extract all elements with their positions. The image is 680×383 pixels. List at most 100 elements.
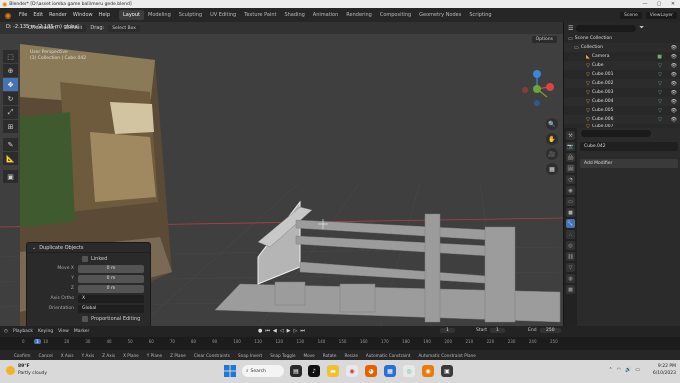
tab-compositing[interactable]: Compositing <box>376 10 415 20</box>
tab-geometry-nodes[interactable]: Geometry Nodes <box>415 10 465 20</box>
render-tab-icon[interactable]: 📷 <box>566 142 575 151</box>
proportional-checkbox[interactable] <box>82 315 88 322</box>
rotate-tool-icon[interactable]: ↻ <box>3 92 18 105</box>
mesh-data-icon[interactable]: ▽ <box>658 90 662 96</box>
windows-start-icon[interactable] <box>224 365 236 377</box>
eye-icon[interactable]: 👁 <box>671 72 677 78</box>
tab-rendering[interactable]: Rendering <box>342 10 376 20</box>
modifier-tab-icon[interactable]: 🔧 <box>566 219 575 228</box>
eye-icon[interactable]: 👁 <box>671 63 677 69</box>
taskbar-search[interactable]: ⌕ Search <box>242 365 284 377</box>
display-mode-icon[interactable]: ☰ <box>568 25 573 32</box>
viewlayer-selector[interactable]: ViewLayer <box>645 11 677 19</box>
add-modifier-dropdown[interactable]: Add Modifier <box>580 159 678 168</box>
eye-icon[interactable]: 👁 <box>671 45 677 51</box>
volume-icon[interactable]: 🔊 <box>625 367 631 373</box>
tool-tab-icon[interactable]: ⚒ <box>566 131 575 140</box>
menu-render[interactable]: Render <box>46 12 70 18</box>
start-frame-field[interactable]: 1 <box>490 328 505 333</box>
outliner-item-cube[interactable]: ▽ Cube ▽ 👁 <box>564 61 680 70</box>
clock[interactable]: 9:22 PM 6/10/2023 <box>653 363 676 377</box>
collection-tab-icon[interactable]: ▭ <box>566 197 575 206</box>
chevron-down-icon[interactable]: ⌄ <box>32 245 36 251</box>
3d-viewport[interactable]: Orientation: Default Drag: Select Box D:… <box>0 22 563 326</box>
material-tab-icon[interactable]: ◍ <box>566 274 575 283</box>
view-layer-tab-icon[interactable]: 🖼 <box>566 164 575 173</box>
camera-data-icon[interactable]: ■ <box>657 54 662 60</box>
annotate-tool-icon[interactable]: ✎ <box>3 138 18 151</box>
select-tool-icon[interactable]: ⬚ <box>3 50 18 63</box>
mesh-data-icon[interactable]: ▽ <box>658 117 662 123</box>
scene-tab-icon[interactable]: ◔ <box>566 175 575 184</box>
timeline-menu-marker[interactable]: Marker <box>74 329 90 334</box>
outliner-item-cube-002[interactable]: ▽ Cube.002 ▽ 👁 <box>564 79 680 88</box>
battery-icon[interactable]: ▭ <box>635 367 640 373</box>
end-frame-field[interactable]: 250 <box>540 328 561 333</box>
add-cube-tool-icon[interactable]: ▣ <box>3 170 18 183</box>
axis-ortho-dropdown[interactable]: X <box>78 294 144 303</box>
axis-gizmo[interactable] <box>515 67 559 111</box>
mesh-data-icon[interactable]: ▽ <box>658 108 662 114</box>
outliner-item-cube-004[interactable]: ▽ Cube.004 ▽ 👁 <box>564 97 680 106</box>
eye-icon[interactable]: 👁 <box>671 54 677 60</box>
move-tool-icon[interactable]: ✥ <box>3 78 18 91</box>
outliner-item-cube-005[interactable]: ▽ Cube.005 ▽ 👁 <box>564 106 680 115</box>
pan-hand-icon[interactable]: ✋ <box>546 133 558 145</box>
move-x-field[interactable]: 0 m <box>78 264 144 273</box>
object-name-field[interactable]: Cube.042 <box>580 142 678 151</box>
object-tab-icon[interactable]: ■ <box>566 208 575 217</box>
next-key-icon[interactable]: ▷ <box>293 328 297 334</box>
mesh-data-icon[interactable]: ▽ <box>658 81 662 87</box>
file-explorer-icon[interactable]: ▬ <box>327 365 339 377</box>
scale-tool-icon[interactable]: ⤢ <box>3 106 18 119</box>
output-tab-icon[interactable]: 🖨 <box>566 153 575 162</box>
current-frame-field[interactable]: 1 <box>440 328 455 333</box>
scene-selector[interactable]: Scene <box>620 11 642 19</box>
move-z-field[interactable]: 0 m <box>78 284 144 293</box>
outliner-item-cube-001[interactable]: ▽ Cube.001 ▽ 👁 <box>564 70 680 79</box>
eye-icon[interactable]: 👁 <box>671 108 677 114</box>
maximize-button[interactable]: ▢ <box>652 0 666 8</box>
menu-help[interactable]: Help <box>96 12 113 18</box>
options-dropdown[interactable]: Options <box>531 36 557 43</box>
move-y-field[interactable]: 0 m <box>78 274 144 283</box>
orientation-op-dropdown[interactable]: Global <box>78 304 144 313</box>
tab-texture-paint[interactable]: Texture Paint <box>240 10 280 20</box>
particles-tab-icon[interactable]: ∴ <box>566 230 575 239</box>
linked-checkbox[interactable] <box>82 255 88 262</box>
chevron-up-icon[interactable]: ⌃ <box>608 367 612 373</box>
mesh-data-icon[interactable]: ▽ <box>658 72 662 78</box>
grid-icon[interactable]: ▦ <box>546 163 558 175</box>
drag-dropdown[interactable]: Select Box <box>108 24 140 32</box>
record-icon[interactable]: ● <box>258 328 262 334</box>
jump-start-icon[interactable]: ⏮ <box>265 328 270 334</box>
eye-icon[interactable]: 👁 <box>671 117 677 123</box>
minimize-button[interactable]: — <box>638 0 652 8</box>
edge-icon[interactable]: ◎ <box>403 365 415 377</box>
chrome-icon[interactable]: ◉ <box>346 365 358 377</box>
store-icon[interactable]: ▦ <box>384 365 396 377</box>
current-frame-indicator[interactable]: 1 <box>34 339 41 344</box>
eye-icon[interactable]: 👁 <box>671 90 677 96</box>
tab-shading[interactable]: Shading <box>280 10 308 20</box>
collection-row[interactable]: ▭ Collection 👁 <box>564 43 680 52</box>
timeline-menu-keying[interactable]: Keying <box>38 329 53 334</box>
play-icon[interactable]: ▶ <box>287 328 291 334</box>
blender-taskbar-icon[interactable]: ◉ <box>422 365 434 377</box>
eye-icon[interactable]: 👁 <box>671 81 677 87</box>
data-tab-icon[interactable]: ▽ <box>566 263 575 272</box>
menu-file[interactable]: File <box>16 12 30 18</box>
menu-window[interactable]: Window <box>70 12 96 18</box>
constraints-tab-icon[interactable]: ⛓ <box>566 252 575 261</box>
tab-layout[interactable]: Layout <box>119 10 144 20</box>
tiktok-icon[interactable]: ♪ <box>308 365 320 377</box>
zoom-icon[interactable]: 🔍 <box>546 118 558 130</box>
tab-uv-editing[interactable]: UV Editing <box>206 10 240 20</box>
task-view-icon[interactable]: ▤ <box>290 365 302 377</box>
outliner-item-cube-003[interactable]: ▽ Cube.003 ▽ 👁 <box>564 88 680 97</box>
mesh-data-icon[interactable]: ▽ <box>658 63 662 69</box>
tab-scripting[interactable]: Scripting <box>465 10 495 20</box>
filter-icon[interactable]: ⏷ <box>639 24 644 32</box>
timeline-menu-playback[interactable]: Playback <box>13 329 33 334</box>
camera-view-icon[interactable]: 🎥 <box>546 148 558 160</box>
